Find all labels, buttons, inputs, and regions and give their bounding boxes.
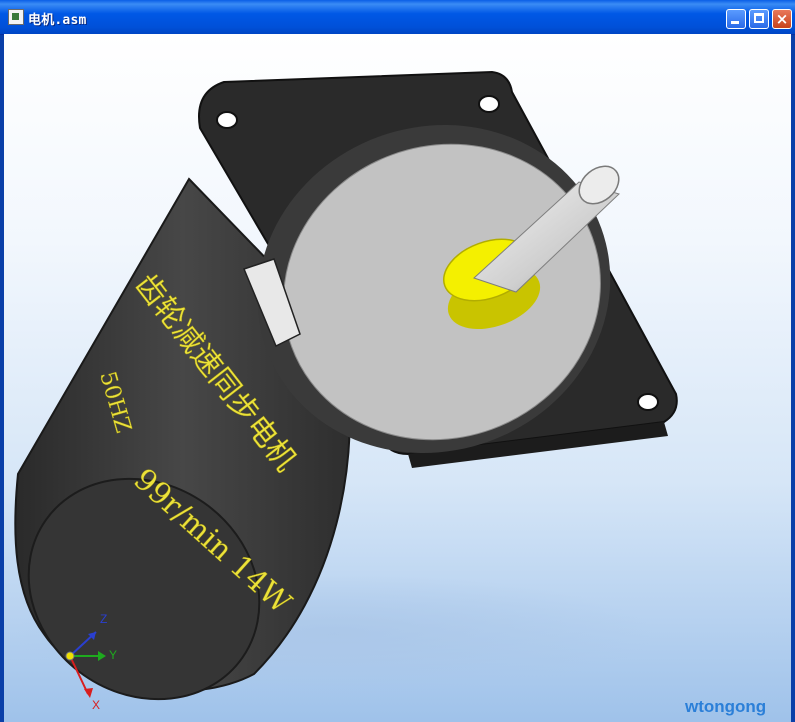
triad-label-y: Y	[109, 648, 118, 662]
triad-label-z: Z	[100, 612, 108, 626]
origin-dot	[65, 651, 75, 661]
application-window: 电机.asm × 齿轮减速同步电机 99r/min 14W 50HZ Z Y X…	[0, 0, 795, 722]
document-icon[interactable]	[8, 9, 24, 25]
mount-hole-top-right	[478, 95, 500, 113]
maximize-button[interactable]	[749, 9, 769, 29]
3d-viewport[interactable]: 齿轮减速同步电机 99r/min 14W 50HZ Z Y X wtongong	[4, 34, 791, 722]
mount-hole-bottom-right	[637, 393, 659, 411]
maximize-icon	[754, 13, 764, 23]
title-bar[interactable]: 电机.asm ×	[0, 0, 795, 35]
close-button[interactable]: ×	[772, 9, 792, 29]
close-icon: ×	[775, 10, 789, 28]
motor-model[interactable]: 齿轮减速同步电机 99r/min 14W 50HZ	[4, 34, 791, 722]
window-title: 电机.asm	[28, 13, 87, 28]
watermark-text: wtongong	[685, 697, 767, 716]
minimize-icon	[731, 21, 739, 24]
triad-label-x: X	[92, 698, 101, 712]
x-arrow-icon	[84, 688, 93, 698]
mount-hole-top-left	[216, 111, 238, 129]
minimize-button[interactable]	[726, 9, 746, 29]
